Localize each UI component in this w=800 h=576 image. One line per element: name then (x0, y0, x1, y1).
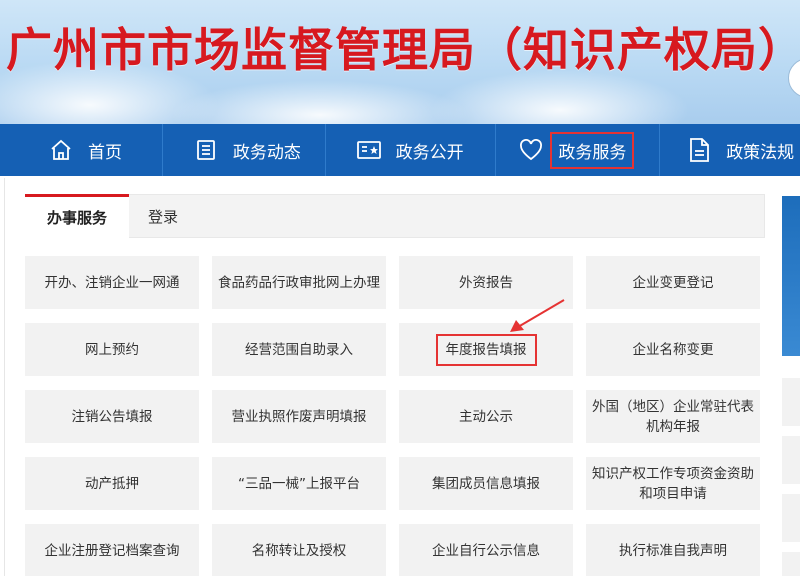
nav-item-label: 政务服务 (550, 131, 635, 169)
document-list-icon (193, 137, 219, 163)
service-item[interactable]: 网上预约 (25, 323, 199, 376)
service-item[interactable]: 企业名称变更 (586, 323, 760, 376)
service-item[interactable]: 营业执照作废声明填报 (212, 390, 386, 443)
service-item[interactable]: 执行标准自我声明 (586, 524, 760, 576)
service-item[interactable]: 企业变更登记 (586, 256, 760, 309)
right-sidebar-partial (782, 196, 800, 576)
nav-item-label: 政务动态 (232, 142, 301, 163)
home-icon (48, 137, 74, 163)
nav-item-home[interactable]: 首页 (0, 124, 162, 176)
tab-login[interactable]: 登录 (130, 194, 196, 238)
file-icon (686, 137, 712, 163)
nav-item-label: 政务公开 (395, 142, 464, 163)
right-item (782, 552, 800, 576)
main-nav: 首页 政务动态 政务公开 政务服务 政策法规 (0, 124, 800, 176)
service-item[interactable]: 注销公告填报 (25, 390, 199, 443)
service-panel: 办事服务 登录 开办、注销企业一网通 食品药品行政审批网上办理 外资报告 企业变… (4, 178, 780, 576)
bulletin-star-icon (356, 137, 382, 163)
service-item[interactable]: 经营范围自助录入 (212, 323, 386, 376)
service-item[interactable]: 企业自行公示信息 (399, 524, 573, 576)
right-banner (782, 196, 800, 356)
nav-item-policy[interactable]: 政策法规 (660, 124, 800, 176)
service-item[interactable]: 外国（地区）企业常驻代表机构年报 (586, 390, 760, 443)
service-tabs: 办事服务 登录 (25, 194, 765, 238)
service-item[interactable]: 企业注册登记档案查询 (25, 524, 199, 576)
service-item[interactable]: 开办、注销企业一网通 (25, 256, 199, 309)
service-item[interactable]: 主动公示 (399, 390, 573, 443)
banner-cloud (170, 80, 470, 124)
service-item[interactable]: 名称转让及授权 (212, 524, 386, 576)
service-item[interactable]: 知识产权工作专项资金资助和项目申请 (586, 457, 760, 510)
tab-services[interactable]: 办事服务 (25, 194, 129, 238)
service-item[interactable]: 集团成员信息填报 (399, 457, 573, 510)
nav-item-label: 政策法规 (726, 142, 795, 163)
right-item (782, 378, 800, 426)
right-item (782, 494, 800, 542)
heart-icon (518, 137, 544, 163)
nav-item-label: 首页 (88, 142, 122, 163)
nav-item-public[interactable]: 政务公开 (326, 124, 496, 176)
service-item[interactable]: 食品药品行政审批网上办理 (212, 256, 386, 309)
nav-item-services[interactable]: 政务服务 (496, 124, 659, 176)
service-item[interactable]: 动产抵押 (25, 457, 199, 510)
header-banner: 广州市市场监督管理局（知识产权局） (0, 0, 800, 124)
site-title: 广州市市场监督管理局（知识产权局） (6, 23, 800, 77)
annotation-arrow-icon (510, 299, 565, 332)
nav-item-news[interactable]: 政务动态 (163, 124, 325, 176)
service-item[interactable]: “三品一械”上报平台 (212, 457, 386, 510)
right-item (782, 436, 800, 484)
